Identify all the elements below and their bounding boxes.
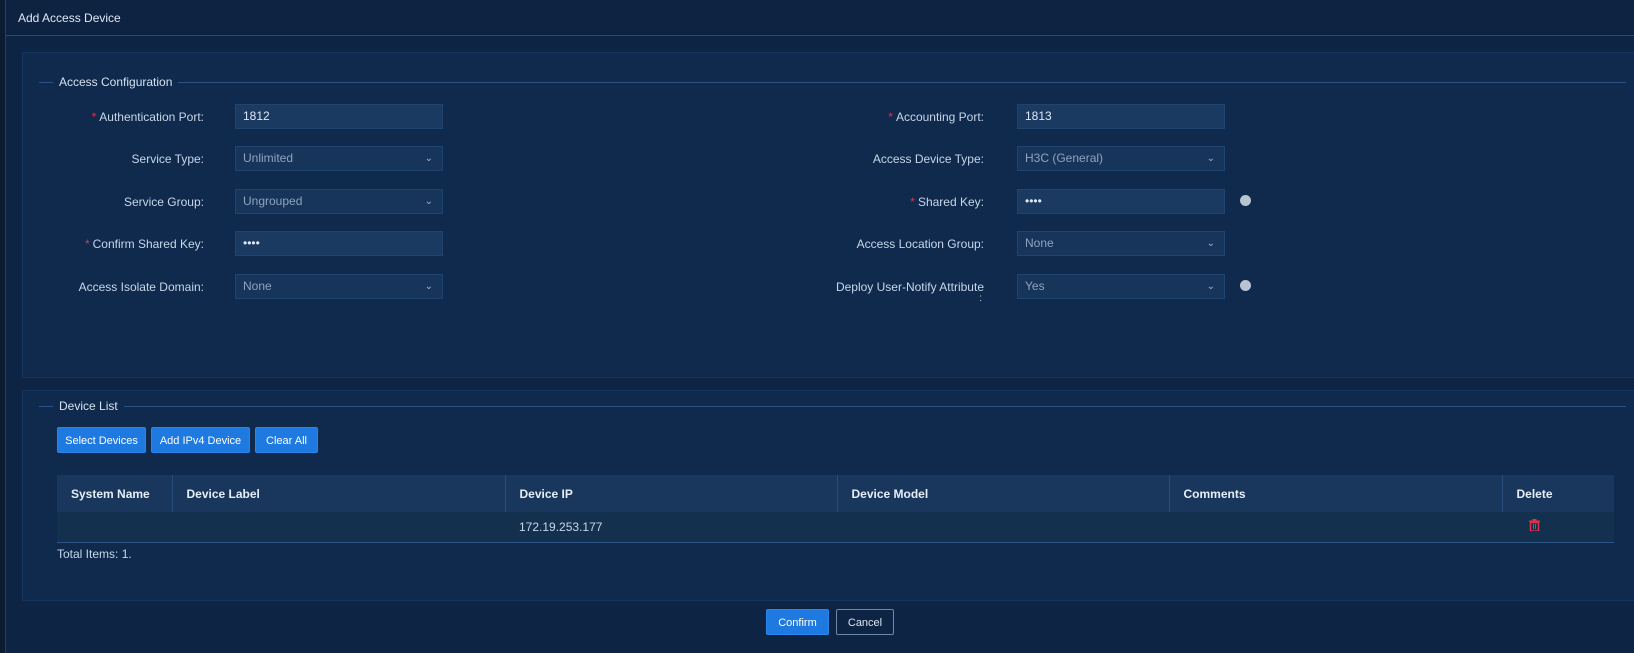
legend-divider (39, 406, 1626, 407)
dialog-titlebar: Add Access Device (6, 0, 1634, 36)
access-configuration-panel: Access Configuration * Authentication Por… (22, 52, 1634, 378)
required-marker: * (910, 195, 915, 209)
table-row: 172.19.253.177 (57, 512, 1614, 543)
column-header-device-model[interactable]: Device Model (837, 475, 1170, 512)
required-marker: * (84, 237, 90, 251)
device-table: System Name Device Label Device IP Devic… (57, 475, 1614, 543)
accounting-port-input[interactable]: 1813 (1017, 104, 1225, 129)
trash-icon[interactable] (1529, 519, 1540, 534)
access-isolate-domain-select[interactable]: None ⌄ (235, 274, 443, 299)
chevron-down-icon: ⌄ (424, 281, 433, 292)
chevron-down-icon: ⌄ (424, 196, 433, 207)
required-marker: * (888, 110, 893, 124)
chevron-down-icon: ⌄ (1206, 153, 1215, 164)
cell-device-label (172, 512, 505, 543)
authentication-port-input[interactable]: 1812 (235, 104, 443, 129)
chevron-down-icon: ⌄ (1206, 281, 1215, 292)
cell-device-ip: 172.19.253.177 (505, 512, 837, 543)
access-device-type-select[interactable]: H3C (General) ⌄ (1017, 146, 1225, 171)
chevron-down-icon: ⌄ (1206, 238, 1215, 249)
authentication-port-label: * Authentication Port: (91, 110, 204, 124)
access-device-type-label: Access Device Type: (872, 152, 984, 166)
service-type-select[interactable]: Unlimited ⌄ (235, 146, 443, 171)
deploy-user-notify-select[interactable]: Yes ⌄ (1017, 274, 1225, 299)
cell-delete (1502, 512, 1614, 543)
accounting-port-label: * Accounting Port: (888, 110, 984, 124)
service-group-label: Service Group: (123, 195, 204, 209)
deploy-user-notify-attribute-label: Deploy User-Notify Attribute (835, 280, 984, 294)
access-isolate-domain-label: Access Isolate Domain: (78, 280, 204, 294)
cancel-button[interactable]: Cancel (836, 609, 894, 635)
add-access-device-dialog: Add Access Device Access Configuration *… (5, 0, 1634, 653)
cell-system-name (57, 512, 172, 543)
cell-device-model (837, 512, 1169, 543)
chevron-down-icon: ⌄ (424, 153, 433, 164)
table-header-row: System Name Device Label Device IP Devic… (57, 475, 1614, 512)
shared-key-input[interactable]: •••• (1017, 189, 1225, 214)
service-group-select[interactable]: Ungrouped ⌄ (235, 189, 443, 214)
column-header-device-label[interactable]: Device Label (172, 475, 506, 512)
column-header-comments[interactable]: Comments (1169, 475, 1503, 512)
column-header-delete: Delete (1502, 475, 1614, 512)
clear-all-button[interactable]: Clear All (255, 427, 318, 453)
access-location-group-select[interactable]: None ⌄ (1017, 231, 1225, 256)
device-list-panel: Device List Select Devices Add IPv4 Devi… (22, 390, 1634, 601)
required-marker: * (91, 110, 97, 124)
confirm-shared-key-label: * Confirm Shared Key: (84, 237, 204, 251)
confirm-button[interactable]: Confirm (766, 609, 829, 635)
info-icon[interactable] (1240, 280, 1251, 291)
dialog-title: Add Access Device (18, 11, 121, 25)
device-list-legend: Device List (53, 399, 124, 413)
total-items: Total Items: 1. (57, 547, 132, 561)
select-devices-button[interactable]: Select Devices (57, 427, 146, 453)
column-header-system-name[interactable]: System Name (57, 475, 173, 512)
column-header-device-ip[interactable]: Device IP (505, 475, 838, 512)
access-configuration-legend: Access Configuration (53, 75, 179, 89)
service-type-label: Service Type: (131, 152, 204, 166)
add-ipv4-device-button[interactable]: Add IPv4 Device (151, 427, 250, 453)
info-icon[interactable] (1240, 195, 1251, 206)
cell-comments (1169, 512, 1502, 543)
confirm-shared-key-input[interactable]: •••• (235, 231, 443, 256)
legend-divider (39, 82, 1626, 83)
shared-key-label: * Shared Key: (910, 195, 984, 209)
access-location-group-label: Access Location Group: (856, 237, 984, 251)
deploy-user-notify-label-suffix: : (979, 293, 982, 304)
